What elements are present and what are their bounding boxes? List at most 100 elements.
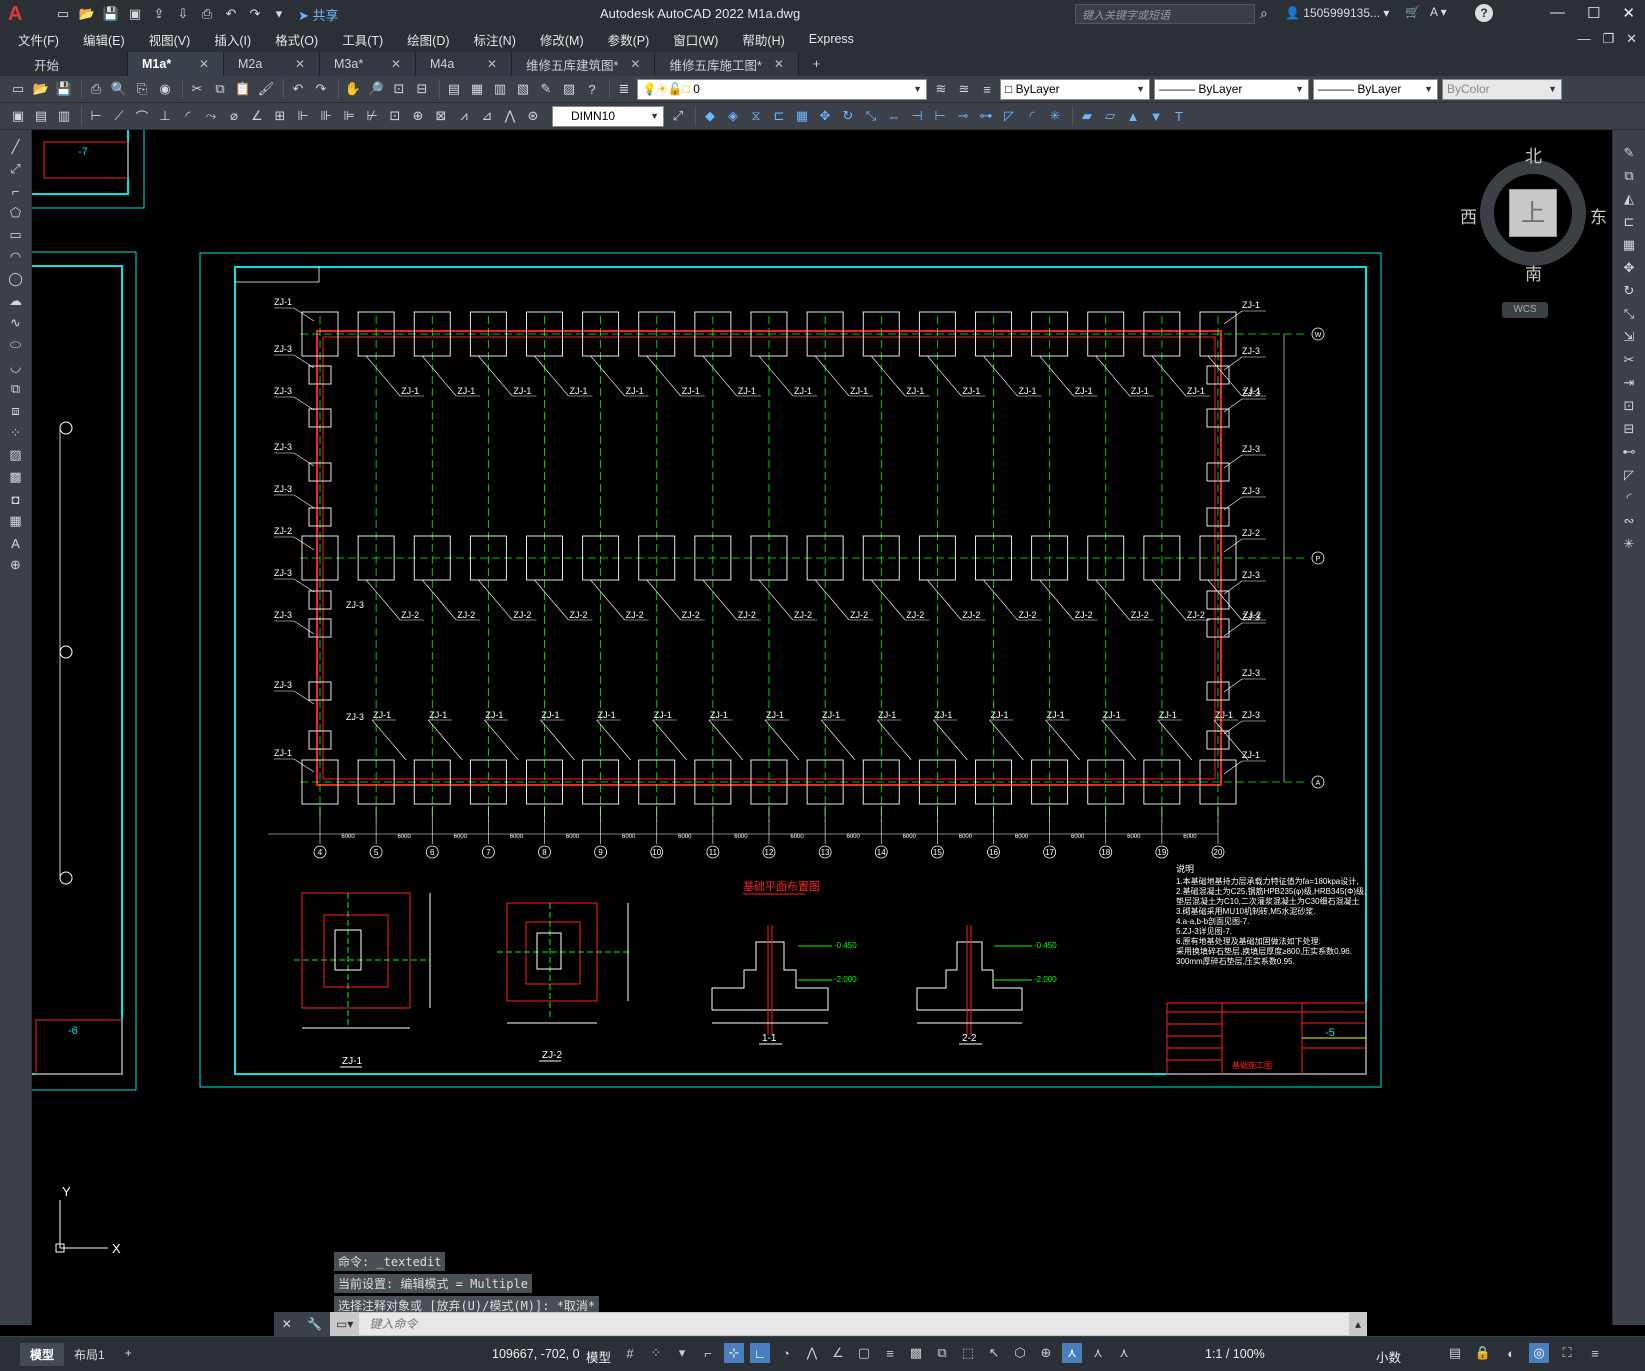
tab-m2a[interactable]: M2a ✕: [224, 52, 320, 76]
open-web-icon[interactable]: ⇪: [150, 5, 168, 23]
dimstyle-manager-icon[interactable]: ⤢: [668, 106, 688, 126]
table-icon[interactable]: ▦: [6, 512, 26, 530]
tab-construction-drawing[interactable]: 维修五库施工图* ✕: [655, 52, 799, 76]
arc-length-icon[interactable]: ⌒: [132, 106, 152, 126]
hatch-icon[interactable]: ▨: [6, 446, 26, 464]
tab-close-icon[interactable]: ✕: [391, 57, 401, 71]
dim-space-icon[interactable]: ⊫: [339, 106, 359, 126]
drawing-canvas[interactable]: -7 -6 4 6000 5 6000 6 6000 7 6000 8 6000 9 6000 10 60…: [32, 130, 1612, 1325]
draworder-below-icon[interactable]: ▼: [1146, 106, 1166, 126]
new-file-icon[interactable]: ▭: [54, 5, 72, 23]
menu-parametric[interactable]: 参数(P): [596, 30, 662, 49]
dimstyle-dropdown[interactable]: DIMN10 ▼: [552, 105, 664, 127]
lock-ui-icon[interactable]: 🔒: [1473, 1343, 1493, 1363]
polar-tracking-icon[interactable]: ◔: [776, 1343, 796, 1363]
close-icon[interactable]: ✕: [1622, 4, 1635, 22]
construction-line-icon[interactable]: ⤢: [6, 160, 26, 178]
tab-model[interactable]: 模型: [20, 1343, 65, 1366]
menu-insert[interactable]: 插入(I): [202, 30, 263, 49]
chamfer-icon[interactable]: ◸: [1619, 466, 1639, 484]
plot-icon[interactable]: ⎙: [86, 79, 106, 99]
customize-qa-icon[interactable]: ▾: [270, 5, 288, 23]
save-icon[interactable]: 💾: [102, 5, 120, 23]
object-snap-tracking-icon[interactable]: ∠: [828, 1343, 848, 1363]
block-editor-icon[interactable]: ▣: [8, 106, 28, 126]
help-icon[interactable]: ?: [1475, 4, 1493, 22]
selection-filter-icon[interactable]: ⬡: [1010, 1343, 1030, 1363]
help-icon[interactable]: ?: [582, 79, 602, 99]
rotate-icon[interactable]: ↻: [1619, 282, 1639, 300]
compass-south[interactable]: 南: [1525, 260, 1542, 285]
mtext-icon[interactable]: A: [6, 534, 26, 552]
spline-icon[interactable]: ∿: [6, 314, 26, 332]
copy-icon[interactable]: ⧉: [1619, 167, 1639, 185]
region-icon[interactable]: ◘: [6, 490, 26, 508]
chamfer-icon[interactable]: ◸: [999, 106, 1019, 126]
menu-view[interactable]: 视图(V): [137, 30, 203, 49]
center-mark-icon[interactable]: ⊕: [408, 106, 428, 126]
angular-dim-icon[interactable]: ∠: [247, 106, 267, 126]
tab-start[interactable]: 开始: [20, 52, 128, 76]
make-current-layer-icon[interactable]: ≋: [931, 79, 951, 99]
inspection-icon[interactable]: ⊠: [431, 106, 451, 126]
tab-close-icon[interactable]: ✕: [630, 57, 640, 71]
minimize-icon[interactable]: —: [1550, 4, 1565, 22]
layer-states-icon[interactable]: ▤: [31, 106, 51, 126]
menu-window[interactable]: 窗口(W): [661, 30, 730, 49]
scale-icon[interactable]: ⤡: [1619, 305, 1639, 323]
customization-icon[interactable]: ≡: [1585, 1343, 1605, 1363]
snap-icon[interactable]: ⁘: [646, 1343, 666, 1363]
extend-icon[interactable]: ⇥: [1619, 374, 1639, 392]
new-icon[interactable]: ▭: [8, 79, 28, 99]
redo-icon[interactable]: ↷: [246, 5, 264, 23]
menu-file[interactable]: 文件(F): [0, 30, 71, 49]
pan-icon[interactable]: ✋: [343, 79, 363, 99]
array-icon[interactable]: ▦: [1619, 236, 1639, 254]
make-block-icon[interactable]: ⧈: [6, 402, 26, 420]
tab-close-icon[interactable]: ✕: [774, 57, 784, 71]
compass-east[interactable]: 东: [1590, 203, 1607, 228]
join-icon[interactable]: ⊷: [1619, 443, 1639, 461]
tab-m1a[interactable]: M1a* ✕: [128, 52, 224, 76]
save-icon[interactable]: 💾: [54, 79, 74, 99]
layer-match-icon[interactable]: ≡: [977, 79, 997, 99]
layer-walk-icon[interactable]: ▥: [54, 106, 74, 126]
wcs-menu[interactable]: WCS: [1502, 302, 1548, 318]
trim-icon[interactable]: ✂: [1619, 351, 1639, 369]
erase-icon[interactable]: ✎: [1619, 144, 1639, 162]
offset-icon[interactable]: ⊏: [1619, 213, 1639, 231]
arc-icon[interactable]: ◠: [6, 248, 26, 266]
break-at-point-icon[interactable]: ⊡: [1619, 397, 1639, 415]
tab-close-icon[interactable]: ✕: [295, 57, 305, 71]
undo-icon[interactable]: ↶: [288, 79, 308, 99]
cut-icon[interactable]: ✂: [187, 79, 207, 99]
annotation-scale-icon[interactable]: ⋏: [1114, 1343, 1134, 1363]
tab-m3a[interactable]: M3a* ✕: [320, 52, 416, 76]
linetype-dropdown[interactable]: ——— ByLayer ▼: [1154, 78, 1309, 100]
model-space-toggle[interactable]: 模型: [586, 1347, 611, 1366]
grid-icon[interactable]: #: [620, 1343, 640, 1363]
isometric-icon[interactable]: ⋀: [802, 1343, 822, 1363]
extend-icon[interactable]: ⊢: [930, 106, 950, 126]
units-selector[interactable]: 小数: [1376, 1347, 1401, 1366]
menu-tools[interactable]: 工具(T): [330, 30, 395, 49]
continue-dim-icon[interactable]: ⊪: [316, 106, 336, 126]
open-file-icon[interactable]: 📂: [78, 5, 96, 23]
rectangle-icon[interactable]: ▭: [6, 226, 26, 244]
customize-command-icon[interactable]: 🔧: [307, 1317, 322, 1331]
command-input[interactable]: [359, 1313, 1349, 1335]
tab-arch-drawing[interactable]: 维修五库建筑图* ✕: [512, 52, 656, 76]
erase-icon[interactable]: ◆: [700, 106, 720, 126]
annotation-visibility-icon[interactable]: ⋏: [1062, 1343, 1082, 1363]
ordinate-dim-icon[interactable]: ⊥: [155, 106, 175, 126]
search-icon[interactable]: ⌕: [1260, 5, 1268, 22]
polyline-icon[interactable]: ⌐: [6, 182, 26, 200]
annotation-scale[interactable]: 1:1 / 100%: [1205, 1347, 1265, 1361]
undo-icon[interactable]: ↶: [222, 5, 240, 23]
recent-commands-icon[interactable]: ▭▾: [330, 1317, 359, 1331]
jogged-linear-icon[interactable]: ⩘: [454, 106, 474, 126]
copy-icon[interactable]: ⧉: [210, 79, 230, 99]
layer-dropdown[interactable]: 💡☀🔓□ 0 ▼: [637, 78, 927, 100]
insert-block-icon[interactable]: ⧉: [6, 380, 26, 398]
dim-edit-icon[interactable]: ⊿: [477, 106, 497, 126]
